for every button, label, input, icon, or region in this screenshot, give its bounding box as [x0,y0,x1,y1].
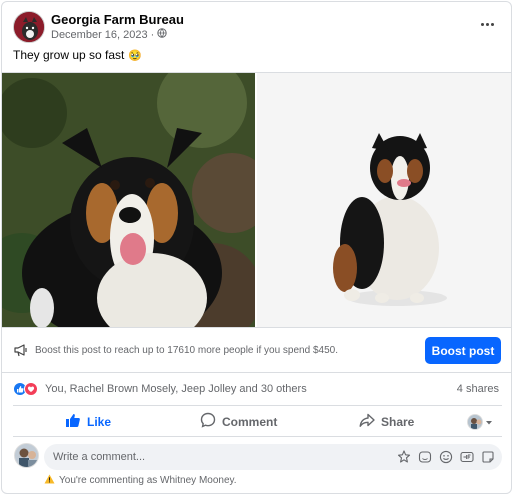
emoji-icon[interactable] [438,449,454,465]
post-meta: December 16, 2023 · [51,28,167,41]
thumbs-up-icon [65,413,81,431]
share-button[interactable]: Share [359,406,414,437]
comment-bubble-icon [200,412,216,431]
composer-tools [396,449,496,465]
post-card: Georgia Farm Bureau December 16, 2023 · … [1,1,512,494]
gif-icon[interactable] [459,449,475,465]
reaction-icons[interactable] [13,382,38,396]
share-arrow-icon [359,413,375,431]
post-header: Georgia Farm Bureau December 16, 2023 · [2,2,511,46]
page-name-link[interactable]: Georgia Farm Bureau [51,12,184,27]
boost-bar: Boost this post to reach up to 17610 mor… [2,329,511,373]
puppy-photo[interactable] [2,73,255,327]
post-date[interactable]: December 16, 2023 [51,29,148,41]
avatar-sticker-icon[interactable] [396,449,412,465]
grown-dog-photo[interactable] [257,73,511,327]
photo-grid [2,72,511,328]
warning-icon [44,474,55,487]
commenting-as-text[interactable]: You're commenting as Whitney Mooney. [59,475,237,486]
profile-avatar-icon [467,413,483,430]
page-avatar[interactable] [13,11,45,43]
dot-icon [480,22,484,26]
action-bar: Like Comment Share [13,405,502,437]
share-label: Share [381,414,415,429]
comment-label: Comment [222,414,278,429]
reaction-names[interactable]: You, Rachel Brown Mosely, Jeep Jolley an… [45,383,307,395]
dot-icon [490,22,494,26]
boost-post-button[interactable]: Boost post [425,337,501,364]
dropdown-caret-icon [485,415,493,429]
post-text: They grow up so fast 🥹 [13,48,142,62]
commenter-avatar[interactable] [14,443,39,468]
love-reaction-icon [24,382,38,396]
megaphone-icon [13,343,29,361]
comment-button[interactable]: Comment [200,406,277,437]
globe-icon [157,28,167,41]
comment-input[interactable] [53,448,383,466]
like-button[interactable]: Like [65,406,111,437]
boost-description: Boost this post to reach up to 17610 mor… [35,345,338,356]
like-label: Like [87,414,112,429]
dot-icon [485,22,489,26]
sticker-icon[interactable] [417,449,433,465]
comment-composer [44,444,502,470]
commenting-as-notice: You're commenting as Whitney Mooney. [44,474,237,487]
camera-icon[interactable] [480,449,496,465]
reactions-summary: You, Rachel Brown Mosely, Jeep Jolley an… [2,374,511,404]
more-options-button[interactable] [475,14,499,34]
reaction-profile-selector[interactable] [467,406,493,437]
post-message: They grow up so fast [13,48,125,62]
post-emoji: 🥹 [128,49,143,62]
shares-count[interactable]: 4 shares [457,383,499,395]
meta-separator: · [150,28,155,41]
